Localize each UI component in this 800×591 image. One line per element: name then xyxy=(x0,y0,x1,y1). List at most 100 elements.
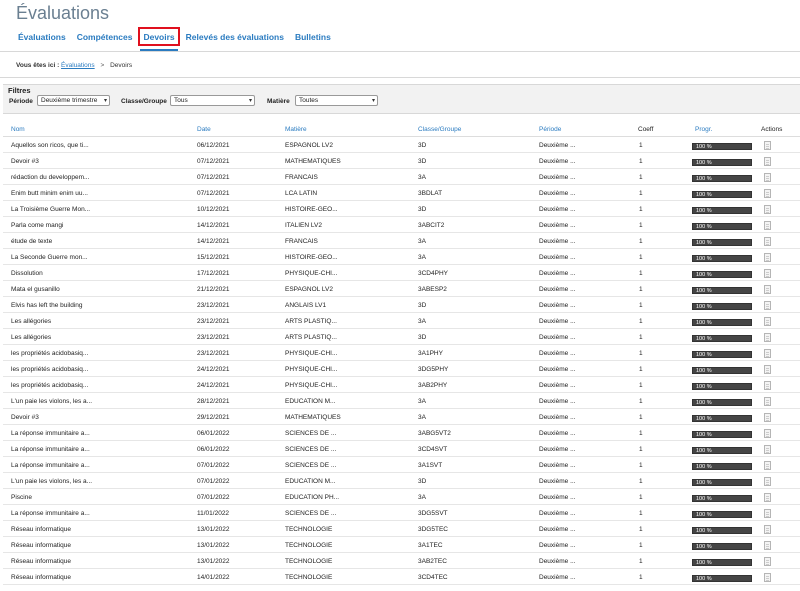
document-icon[interactable] xyxy=(764,493,771,502)
table-row[interactable]: Réseau informatique 14/01/2022 TECHNOLOGIE… xyxy=(3,569,800,585)
table-row[interactable]: Parla come mangi 14/12/2021 ITALIEN LV2 3AB… xyxy=(3,217,800,233)
cell-nom: Réseau informatique xyxy=(11,526,71,533)
document-icon[interactable] xyxy=(764,189,771,198)
document-icon[interactable] xyxy=(764,269,771,278)
table-row[interactable]: Réseau informatique 13/01/2022 TECHNOLOGIE… xyxy=(3,521,800,537)
periode-label: Période xyxy=(9,98,33,105)
column-header-nom[interactable]: Nom xyxy=(11,126,25,133)
table-row[interactable]: étude de texte 14/12/2021 FRANCAIS 3A Deuxiè… xyxy=(3,233,800,249)
document-icon[interactable] xyxy=(764,333,771,342)
document-icon[interactable] xyxy=(764,157,771,166)
tab-bulletins[interactable]: Bulletins xyxy=(295,25,331,49)
document-icon[interactable] xyxy=(764,557,771,566)
column-header-classe[interactable]: Classe/Groupe xyxy=(418,126,461,133)
cell-coeff: 1 xyxy=(639,174,643,181)
column-header-periode[interactable]: Période xyxy=(539,126,561,133)
document-icon[interactable] xyxy=(764,541,771,550)
document-icon[interactable] xyxy=(764,141,771,150)
document-icon[interactable] xyxy=(764,461,771,470)
progress-bar: 100 % xyxy=(692,207,752,214)
table-row[interactable]: La Troisième Guerre Mon... 10/12/2021 HIST… xyxy=(3,201,800,217)
cell-matiere: PHYSIQUE-CHI... xyxy=(285,382,338,389)
cell-matiere: MATHEMATIQUES xyxy=(285,414,341,421)
column-header-matiere[interactable]: Matière xyxy=(285,126,307,133)
table-row[interactable]: Les allégories 23/12/2021 ARTS PLASTIQ... 3… xyxy=(3,329,800,345)
document-icon[interactable] xyxy=(764,413,771,422)
progress-bar: 100 % xyxy=(692,239,752,246)
table-row[interactable]: Devoir #3 29/12/2021 MATHEMATIQUES 3A Deuxiè… xyxy=(3,409,800,425)
matiere-select[interactable]: Toutes ▾ xyxy=(295,95,378,106)
cell-coeff: 1 xyxy=(639,366,643,373)
cell-nom: Enim butt minim enim uu... xyxy=(11,190,88,197)
document-icon[interactable] xyxy=(764,525,771,534)
tab-releves[interactable]: Relevés des évaluations xyxy=(186,25,284,49)
table-row[interactable]: Devoir #3 07/12/2021 MATHEMATIQUES 3D Deuxiè… xyxy=(3,153,800,169)
periode-select[interactable]: Deuxième trimestre ▾ xyxy=(37,95,110,106)
document-icon[interactable] xyxy=(764,573,771,582)
document-icon[interactable] xyxy=(764,253,771,262)
table-row[interactable]: les propriétés acidobasiq... 23/12/2021 PH… xyxy=(3,345,800,361)
cell-classe: 3A xyxy=(418,494,426,501)
document-icon[interactable] xyxy=(764,205,771,214)
cell-periode: Deuxième ... xyxy=(539,318,576,325)
table-row[interactable]: L'un paie les violons, les a... 28/12/202… xyxy=(3,393,800,409)
cell-date: 13/01/2022 xyxy=(197,542,230,549)
table-row[interactable]: La réponse immunitaire a... 11/01/2022 SCI… xyxy=(3,505,800,521)
table-row[interactable]: La réponse immunitaire a... 06/01/2022 SCI… xyxy=(3,441,800,457)
table-row[interactable]: rédaction du developpem... 07/12/2021 FRAN… xyxy=(3,169,800,185)
cell-coeff: 1 xyxy=(639,238,643,245)
progress-bar: 100 % xyxy=(692,175,752,182)
table-row[interactable]: Les allégories 23/12/2021 ARTS PLASTIQ... 3… xyxy=(3,313,800,329)
document-icon[interactable] xyxy=(764,237,771,246)
table-row[interactable]: Réseau informatique 13/01/2022 TECHNOLOGIE… xyxy=(3,537,800,553)
document-icon[interactable] xyxy=(764,301,771,310)
document-icon[interactable] xyxy=(764,509,771,518)
cell-date: 14/12/2021 xyxy=(197,222,230,229)
cell-periode: Deuxième ... xyxy=(539,574,576,581)
tab-competences[interactable]: Compétences xyxy=(77,25,133,49)
breadcrumb: Vous êtes ici : Évaluations > Devoirs xyxy=(16,62,132,69)
cell-date: 23/12/2021 xyxy=(197,302,230,309)
cell-nom: Devoir #3 xyxy=(11,158,39,165)
table-row[interactable]: les propriétés acidobasiq... 24/12/2021 PH… xyxy=(3,361,800,377)
cell-nom: étude de texte xyxy=(11,238,53,245)
cell-matiere: TECHNOLOGIE xyxy=(285,558,333,565)
cell-classe: 3ABG5VT2 xyxy=(418,430,451,437)
column-header-progr[interactable]: Progr. xyxy=(695,126,712,133)
column-header-date[interactable]: Date xyxy=(197,126,211,133)
cell-date: 28/12/2021 xyxy=(197,398,230,405)
document-icon[interactable] xyxy=(764,429,771,438)
document-icon[interactable] xyxy=(764,445,771,454)
cell-classe: 3D xyxy=(418,478,427,485)
table-row[interactable]: Piscine 07/01/2022 EDUCATION PH... 3A Deuxiè… xyxy=(3,489,800,505)
table-row[interactable]: Dissolution 17/12/2021 PHYSIQUE-CHI... 3CD4… xyxy=(3,265,800,281)
document-icon[interactable] xyxy=(764,317,771,326)
table-row[interactable]: La réponse immunitaire a... 07/01/2022 SCI… xyxy=(3,457,800,473)
tab-evaluations[interactable]: Évaluations xyxy=(18,25,66,49)
document-icon[interactable] xyxy=(764,285,771,294)
cell-periode: Deuxième ... xyxy=(539,206,576,213)
cell-coeff: 1 xyxy=(639,478,643,485)
cell-nom: La Seconde Guerre mon... xyxy=(11,254,88,261)
table-row[interactable]: Réseau informatique 13/01/2022 TECHNOLOGIE… xyxy=(3,553,800,569)
table-row[interactable]: La Seconde Guerre mon... 15/12/2021 HISTOI… xyxy=(3,249,800,265)
table-row[interactable]: Mata el gusanillo 21/12/2021 ESPAGNOL LV2 3… xyxy=(3,281,800,297)
table-row[interactable]: La réponse immunitaire a... 06/01/2022 SCI… xyxy=(3,425,800,441)
document-icon[interactable] xyxy=(764,397,771,406)
table-row[interactable]: les propriétés acidobasiq... 24/12/2021 PH… xyxy=(3,377,800,393)
document-icon[interactable] xyxy=(764,349,771,358)
table-row[interactable]: Elvis has left the building 23/12/2021 ANG… xyxy=(3,297,800,313)
document-icon[interactable] xyxy=(764,173,771,182)
document-icon[interactable] xyxy=(764,221,771,230)
document-icon[interactable] xyxy=(764,365,771,374)
table-row[interactable]: Aquellos son ricos, que ti... 06/12/2021 E… xyxy=(3,137,800,153)
progress-bar: 100 % xyxy=(692,479,752,486)
progress-bar: 100 % xyxy=(692,495,752,502)
table-row[interactable]: Enim butt minim enim uu... 07/12/2021 LCA … xyxy=(3,185,800,201)
classe-select[interactable]: Tous ▾ xyxy=(170,95,255,106)
cell-coeff: 1 xyxy=(639,318,643,325)
table-row[interactable]: L'un paie les violons, les a... 07/01/202… xyxy=(3,473,800,489)
document-icon[interactable] xyxy=(764,381,771,390)
document-icon[interactable] xyxy=(764,477,771,486)
breadcrumb-link-evaluations[interactable]: Évaluations xyxy=(61,62,95,69)
